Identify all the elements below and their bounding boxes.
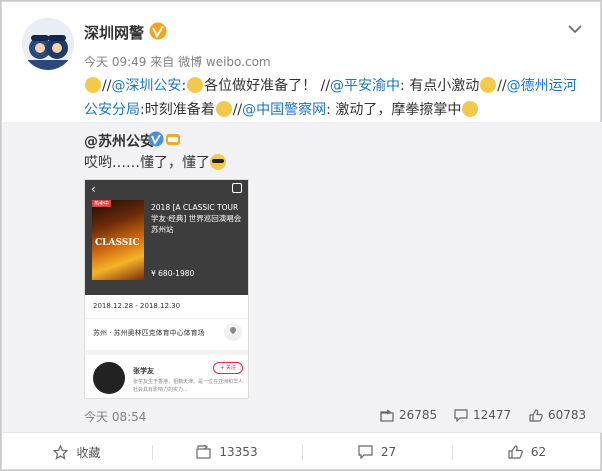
retweet-repost-stat[interactable]: 26785 bbox=[380, 408, 437, 422]
verified-icon bbox=[148, 131, 164, 147]
post-time[interactable]: 今天 09:49 bbox=[84, 55, 146, 69]
mention-link[interactable]: @深圳公安 bbox=[111, 78, 181, 94]
follow-button: + 关注 bbox=[213, 362, 243, 374]
like-button[interactable]: 62 bbox=[452, 433, 602, 471]
like-icon bbox=[529, 408, 543, 422]
doge-icon bbox=[462, 101, 479, 117]
event-card-image[interactable]: ‹ 热卖中 CLASSIC 2018 [A CLASSIC TOUR 学友·经典… bbox=[84, 179, 249, 399]
artist-name: 张学友 bbox=[133, 367, 154, 375]
mention-link[interactable]: @平安渝中 bbox=[330, 78, 400, 94]
share-icon bbox=[232, 183, 242, 193]
repost-count: 26785 bbox=[399, 408, 438, 422]
comment-button[interactable]: 27 bbox=[302, 433, 452, 471]
like-icon bbox=[508, 445, 523, 459]
event-poster: 热卖中 CLASSIC bbox=[92, 200, 144, 280]
retweet-box: @苏州公安 哎哟……懂了，懂了 ‹ 热卖中 CLASSIC 2018 [A CL… bbox=[2, 122, 602, 432]
retweet-like-stat[interactable]: 60783 bbox=[529, 408, 586, 422]
post-header: 深圳网警 今天 09:49 来自 微博 weibo.com // @深圳公安: 各位… bbox=[2, 2, 600, 122]
location-pin-icon bbox=[224, 323, 242, 341]
favorite-label: 收藏 bbox=[76, 445, 101, 460]
event-date: 2018.12.28 - 2018.12.30 bbox=[93, 302, 181, 310]
chevron-down-icon[interactable] bbox=[568, 24, 582, 34]
divider bbox=[85, 318, 248, 319]
event-title: 2018 [A CLASSIC TOUR 学友·经典] 世界巡回演唱会 苏州站 bbox=[151, 203, 242, 234]
body-text: 各位做好准备了！ // bbox=[204, 78, 331, 94]
ok-hand-icon bbox=[85, 77, 101, 93]
body-text: : bbox=[181, 78, 187, 94]
back-icon: ‹ bbox=[91, 182, 96, 196]
gold-badge-icon bbox=[165, 131, 181, 147]
event-price: ¥ 680-1980 bbox=[151, 269, 195, 278]
post-body: //@深圳公安: 各位做好准备了！ //@平安渝中: 有点小激动//@德州运河公安… bbox=[84, 74, 584, 122]
post-meta: 今天 09:49 来自 微博 weibo.com bbox=[84, 53, 271, 70]
verified-icon bbox=[149, 22, 167, 40]
source-prefix: 来自 bbox=[150, 55, 175, 69]
retweet-text: 哎哟……懂了，懂了 bbox=[84, 152, 226, 172]
comment-count: 27 bbox=[380, 445, 397, 459]
avatar[interactable] bbox=[22, 18, 74, 70]
doge-icon bbox=[215, 101, 232, 117]
mention-link[interactable]: @中国警察网 bbox=[242, 102, 326, 118]
repost-icon bbox=[380, 409, 394, 422]
artist-bio: 张学友生于香港，祖籍天津。是一位在亚洲和华人社会具有影响力的实力... bbox=[133, 379, 244, 393]
poster-title: CLASSIC bbox=[95, 238, 140, 248]
comment-icon bbox=[358, 445, 373, 459]
repost-button[interactable]: 13353 bbox=[152, 433, 302, 471]
body-text: : 激动了，摩拳擦掌中 bbox=[326, 102, 462, 118]
body-text: // bbox=[232, 102, 243, 118]
body-text: :时刻准备着 bbox=[140, 102, 215, 118]
doge-icon bbox=[187, 77, 204, 93]
retweet-text-content: 哎哟……懂了，懂了 bbox=[84, 155, 210, 171]
favorite-button[interactable]: 收藏 bbox=[2, 433, 152, 471]
sunglasses-icon bbox=[210, 154, 226, 170]
username[interactable]: 深圳网警 bbox=[84, 22, 144, 43]
retweet-comment-stat[interactable]: 12477 bbox=[454, 408, 511, 422]
artist-avatar bbox=[93, 362, 125, 394]
action-bar: 收藏 13353 27 62 bbox=[2, 432, 602, 471]
retweet-time[interactable]: 今天 08:54 bbox=[84, 408, 146, 425]
divider bbox=[85, 350, 248, 355]
poster-tag: 热卖中 bbox=[92, 200, 112, 207]
post-source[interactable]: 微博 weibo.com bbox=[178, 55, 271, 69]
comment-icon bbox=[454, 408, 468, 422]
star-icon bbox=[53, 444, 69, 460]
body-text: // bbox=[497, 78, 507, 94]
retweet-username[interactable]: @苏州公安 bbox=[84, 131, 154, 151]
event-venue: 苏州 · 苏州奥林匹克体育中心体育场 bbox=[93, 329, 205, 337]
doge-icon bbox=[480, 77, 497, 93]
event-card-header: ‹ 热卖中 CLASSIC 2018 [A CLASSIC TOUR 学友·经典… bbox=[85, 180, 248, 295]
like-count: 62 bbox=[530, 445, 547, 459]
repost-count: 13353 bbox=[219, 445, 258, 459]
like-count: 60783 bbox=[548, 408, 587, 422]
body-text: : 有点小激动 bbox=[400, 78, 480, 94]
weibo-card: 深圳网警 今天 09:49 来自 微博 weibo.com // @深圳公安: 各位… bbox=[1, 1, 602, 471]
comment-count: 12477 bbox=[473, 408, 512, 422]
repost-icon bbox=[196, 445, 212, 459]
